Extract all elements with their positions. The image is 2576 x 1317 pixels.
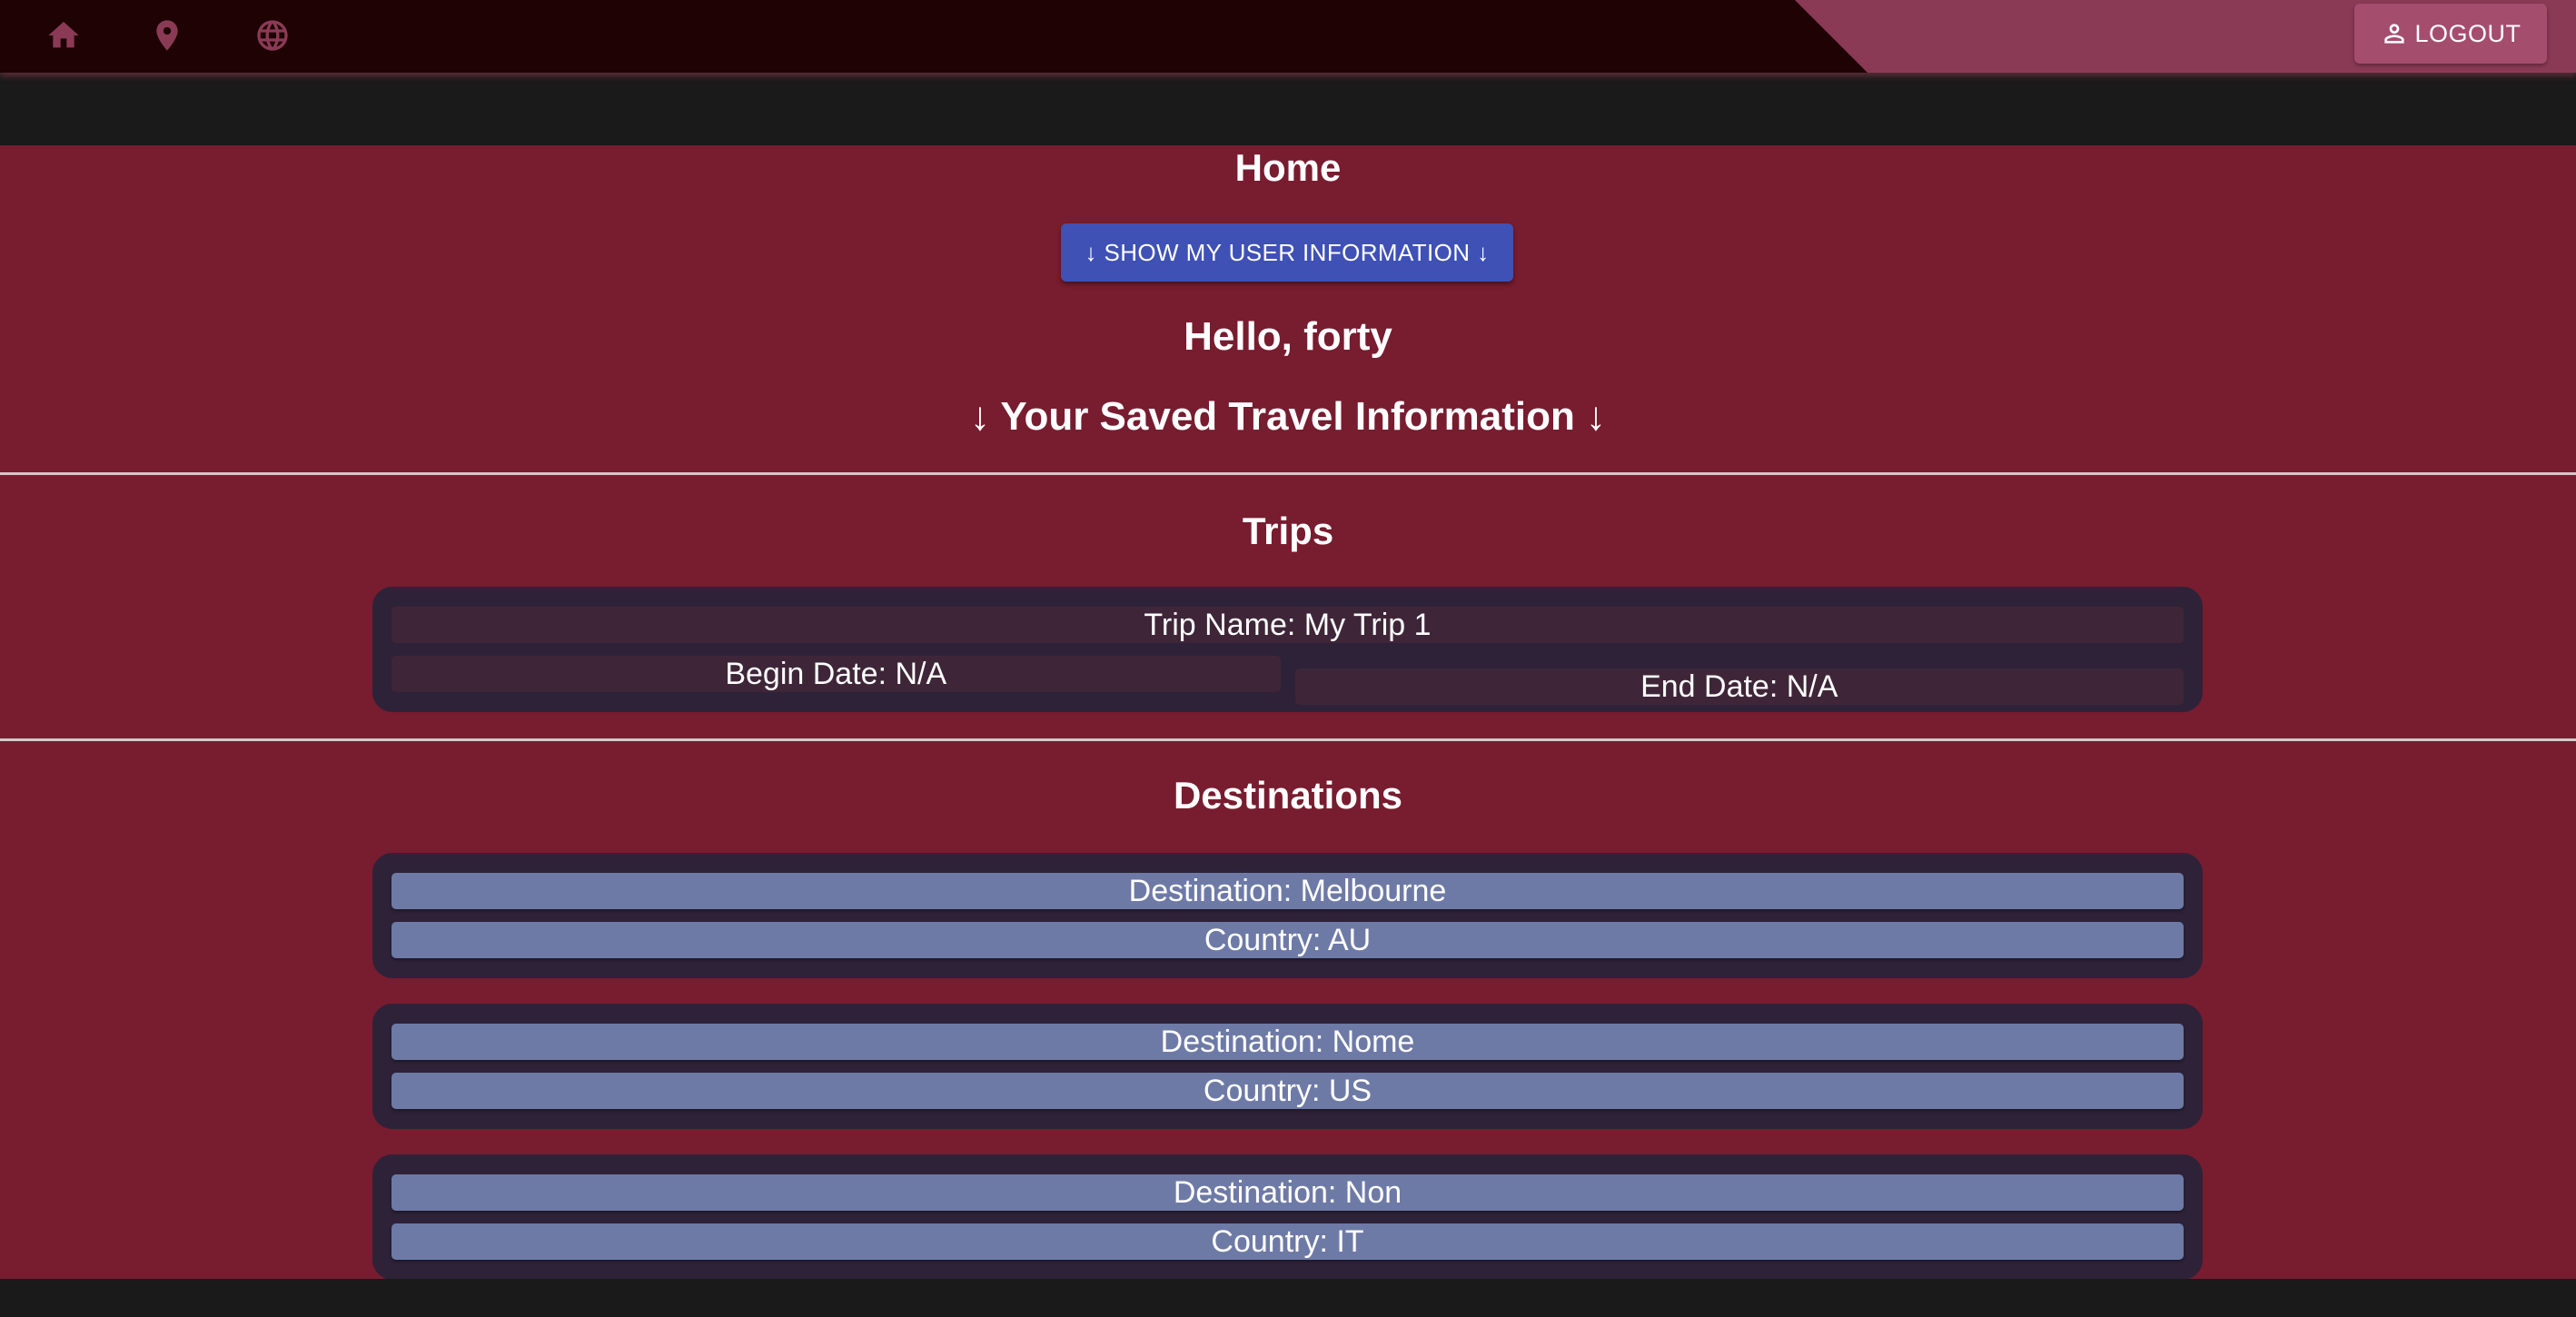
trip-name: Trip Name: My Trip 1 [391, 607, 2184, 643]
globe-icon[interactable] [252, 15, 293, 56]
destination-country: Country: IT [391, 1223, 2184, 1260]
top-navbar: LOGOUT [0, 0, 2576, 73]
bottom-strip [0, 1279, 2576, 1317]
destination-name: Destination: Melbourne [391, 873, 2184, 909]
trips-title: Trips [1242, 510, 1334, 552]
trip-card: Trip Name: My Trip 1 Begin Date: N/A End… [372, 587, 2203, 712]
destination-name: Destination: Non [391, 1174, 2184, 1211]
destination-name: Destination: Nome [391, 1024, 2184, 1060]
trip-dates-row: Begin Date: N/A End Date: N/A [391, 656, 2184, 705]
home-icon[interactable] [43, 15, 84, 56]
page-title: Home [1234, 146, 1342, 189]
logout-button[interactable]: LOGOUT [2354, 4, 2547, 64]
destination-card: Destination: Non Country: IT [372, 1154, 2203, 1280]
divider [0, 738, 2576, 741]
person-icon [2384, 24, 2405, 44]
destination-country: Country: US [391, 1073, 2184, 1109]
destination-country: Country: AU [391, 922, 2184, 958]
place-icon[interactable] [146, 15, 188, 56]
logout-label: LOGOUT [2414, 19, 2522, 47]
greeting: Hello, forty [1184, 314, 1392, 359]
main-content: Home ↓ SHOW MY USER INFORMATION ↓ Hello,… [0, 145, 2576, 1280]
saved-travel-heading: ↓ Your Saved Travel Information ↓ [969, 394, 1607, 439]
divider [0, 472, 2576, 475]
show-user-info-button[interactable]: ↓ SHOW MY USER INFORMATION ↓ [1061, 223, 1513, 282]
destinations-title: Destinations [1173, 774, 1403, 817]
trip-end-date: End Date: N/A [1294, 668, 2184, 705]
destination-card: Destination: Nome Country: US [372, 1004, 2203, 1129]
trip-begin-date: Begin Date: N/A [391, 656, 1281, 692]
destination-card: Destination: Melbourne Country: AU [372, 853, 2203, 978]
